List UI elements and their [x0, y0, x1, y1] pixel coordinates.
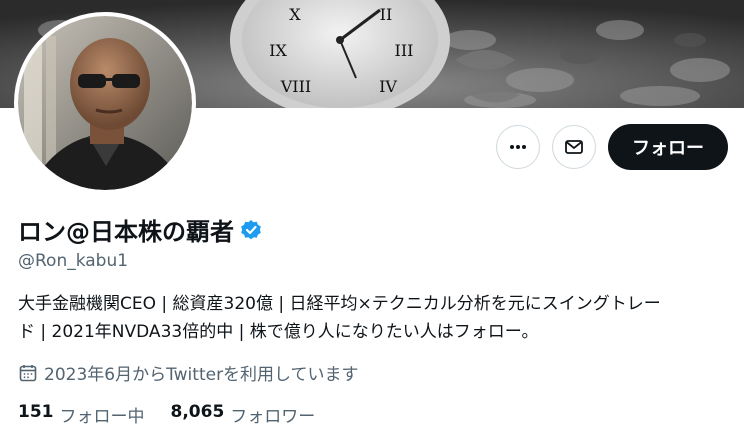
- following-count: 151: [18, 402, 54, 422]
- svg-text:X: X: [289, 5, 301, 24]
- joined-text: 2023年6月からTwitterを利用しています: [44, 365, 359, 385]
- svg-text:III: III: [395, 41, 414, 60]
- verified-badge-icon[interactable]: [240, 219, 262, 241]
- joined-date: 2023年6月からTwitterを利用しています: [18, 360, 359, 385]
- more-button[interactable]: [496, 125, 540, 169]
- mail-icon: [565, 140, 583, 154]
- name-row: ロン@日本株の覇者: [18, 212, 262, 247]
- profile-actions: フォロー: [496, 124, 728, 170]
- bio-line-1: 大手金融機関CEO | 総資産320億 | 日経平均×テクニカル分析を元にスイン…: [18, 294, 661, 314]
- avatar-image: [18, 16, 192, 190]
- display-name: ロン@日本株の覇者: [18, 218, 234, 246]
- svg-text:II: II: [380, 5, 393, 24]
- followers-link[interactable]: 8,065 フォロワー: [171, 402, 316, 427]
- follow-stats: 151 フォロー中 8,065 フォロワー: [18, 402, 315, 427]
- bio: 大手金融機関CEO | 総資産320億 | 日経平均×テクニカル分析を元にスイン…: [18, 290, 730, 346]
- follow-button[interactable]: フォロー: [608, 124, 728, 170]
- svg-text:IX: IX: [269, 41, 287, 60]
- following-link[interactable]: 151 フォロー中: [18, 402, 145, 427]
- svg-text:IV: IV: [379, 77, 397, 96]
- avatar[interactable]: [14, 12, 196, 194]
- followers-count: 8,065: [170, 402, 225, 422]
- followers-label: フォロワー: [230, 407, 316, 427]
- profile-page: XII X IX VIII II III IV: [0, 0, 744, 434]
- message-button[interactable]: [552, 125, 596, 169]
- calendar-icon: [19, 364, 37, 381]
- handle: @Ron_kabu1: [18, 251, 129, 271]
- following-label: フォロー中: [59, 407, 145, 427]
- more-horizontal-icon: [510, 145, 526, 149]
- svg-text:VIII: VIII: [280, 77, 312, 96]
- bio-line-2: ド | 2021年NVDA33倍的中 | 株で億り人になりたい人はフォロー。: [18, 322, 539, 342]
